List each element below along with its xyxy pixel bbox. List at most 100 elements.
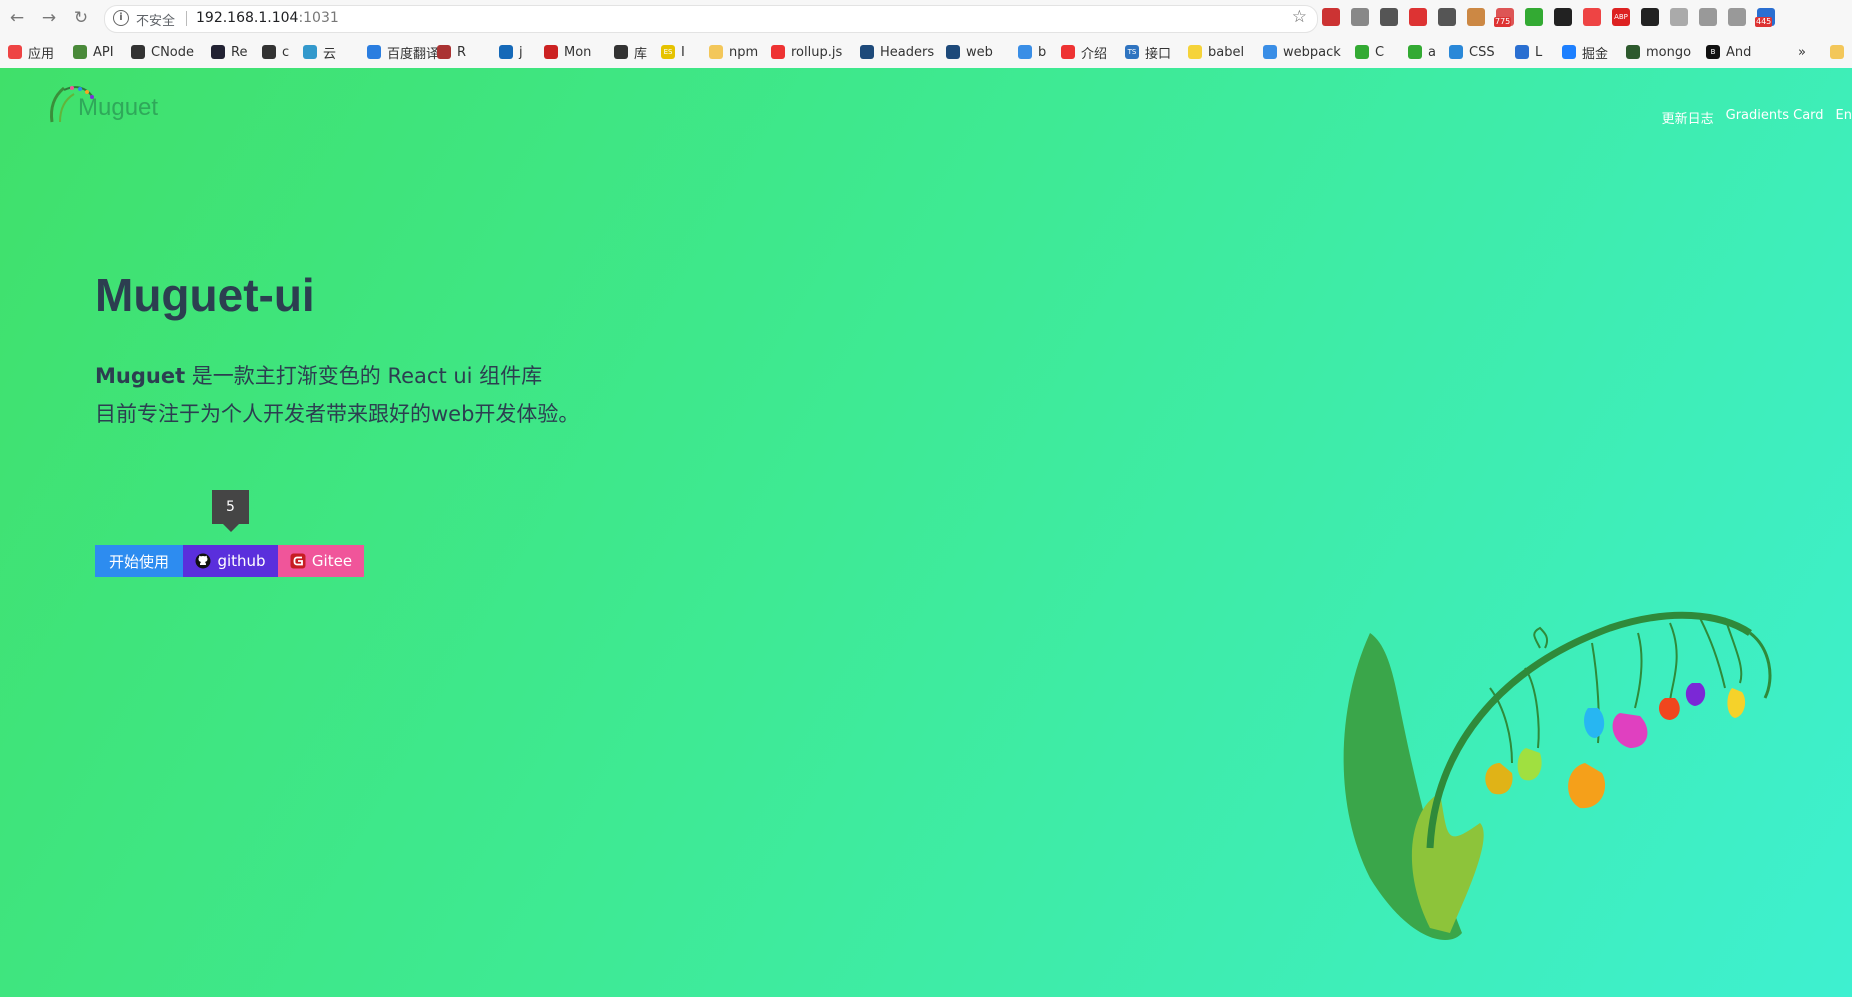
- intro-text: 是一款主打渐变色的 React ui 组件库: [185, 364, 543, 388]
- bookmark-label: mongo: [1646, 44, 1692, 60]
- bookmark-item[interactable]: CSS: [1449, 43, 1495, 61]
- bookmark-item[interactable]: TS 接口: [1125, 43, 1172, 62]
- bookmark-item[interactable]: babel: [1188, 43, 1244, 61]
- a-icon: [1408, 45, 1422, 59]
- page-title: Muguet-ui: [95, 269, 315, 321]
- cloud-icon[interactable]: [1351, 8, 1369, 26]
- bookmark-item[interactable]: ES I: [661, 43, 685, 61]
- plus-icon: [1449, 45, 1463, 59]
- github-button[interactable]: github: [183, 545, 278, 577]
- info-icon[interactable]: i: [113, 10, 129, 26]
- swirl-icon: [499, 45, 513, 59]
- babel-icon: [1188, 45, 1202, 59]
- leaf-icon: [1626, 45, 1640, 59]
- webpack-icon: [1263, 45, 1277, 59]
- refresh-leaf-icon[interactable]: [1525, 8, 1543, 26]
- reload-icon[interactable]: ↻: [70, 7, 92, 29]
- github-icon: [195, 553, 211, 569]
- lens-icon[interactable]: [1438, 8, 1456, 26]
- bookmark-label: And: [1726, 44, 1752, 60]
- bookmark-item[interactable]: b: [1018, 43, 1046, 61]
- bookmark-label: 云: [323, 46, 337, 62]
- calendar-icon[interactable]: 445: [1755, 8, 1775, 27]
- bookmark-label: 接口: [1145, 46, 1172, 62]
- other-bookmarks-folder-icon[interactable]: [1830, 43, 1850, 61]
- puzzle-icon[interactable]: [1409, 8, 1427, 26]
- bookmark-label: c: [282, 44, 290, 60]
- bird-icon: [860, 45, 874, 59]
- folder-icon: [1830, 45, 1844, 59]
- bookmark-item[interactable]: Mon: [544, 43, 591, 61]
- bookmark-item[interactable]: 云: [303, 43, 337, 62]
- bookmark-item[interactable]: B And: [1706, 43, 1751, 61]
- ts-icon: TS: [1125, 45, 1139, 59]
- owl-icon[interactable]: [1467, 8, 1485, 26]
- nav-gradients-card[interactable]: Gradients Card: [1726, 108, 1824, 128]
- forward-arrow-icon[interactable]: →: [38, 7, 60, 29]
- bookmark-label: Headers: [880, 44, 935, 60]
- extension-badge: 775: [1494, 17, 1512, 27]
- bookmark-item[interactable]: R: [437, 43, 466, 61]
- cat-icon[interactable]: [1728, 8, 1746, 26]
- bookmark-item[interactable]: C: [1355, 43, 1384, 61]
- intro-brand: Muguet: [95, 364, 186, 388]
- bookmark-label: 掘金: [1582, 46, 1609, 62]
- bookmark-item[interactable]: 应用: [8, 43, 54, 62]
- bookmark-label: CSS: [1469, 44, 1495, 60]
- bookmark-item[interactable]: L: [1515, 43, 1542, 61]
- bookmark-item[interactable]: webpack: [1263, 43, 1341, 61]
- bird-icon: [946, 45, 960, 59]
- bookmark-item[interactable]: rollup.js: [771, 43, 842, 61]
- bookmark-item[interactable]: Re: [211, 43, 247, 61]
- bookmark-item[interactable]: a: [1408, 43, 1436, 61]
- b-icon: B: [1706, 45, 1720, 59]
- vue-icon[interactable]: [1380, 8, 1398, 26]
- nav-changelog[interactable]: 更新日志: [1662, 108, 1714, 128]
- github-icon[interactable]: [1641, 8, 1659, 26]
- m-icon: [544, 45, 558, 59]
- bookmark-label: web: [966, 44, 993, 60]
- bookmark-star-icon[interactable]: ☆: [1292, 7, 1307, 27]
- bookmark-label: 库: [634, 46, 648, 62]
- bookmark-item[interactable]: 百度翻译: [367, 43, 439, 62]
- url-text[interactable]: 192.168.1.104:1031: [196, 10, 339, 26]
- gitee-button[interactable]: Gitee: [278, 545, 364, 577]
- bookmark-label: webpack: [1283, 44, 1341, 60]
- bookmark-item[interactable]: mongo: [1626, 43, 1691, 61]
- bookmark-label: b: [1038, 44, 1047, 60]
- bookmark-item[interactable]: Headers: [860, 43, 934, 61]
- bookmark-item[interactable]: API: [73, 43, 114, 61]
- abp-icon[interactable]: ABP: [1612, 8, 1630, 26]
- moon-icon[interactable]: [1670, 8, 1688, 26]
- bookmarks-overflow-button[interactable]: »: [1798, 43, 1806, 61]
- box-icon[interactable]: [1554, 8, 1572, 26]
- start-button[interactable]: 开始使用: [95, 545, 183, 577]
- cup-icon: [262, 45, 276, 59]
- bookmark-label: API: [93, 44, 114, 60]
- translate-icon[interactable]: [1322, 8, 1340, 26]
- folder-icon: [709, 45, 723, 59]
- bookmark-item[interactable]: 介绍: [1061, 43, 1107, 62]
- bookmark-item[interactable]: c: [262, 43, 289, 61]
- colorful-star-icon[interactable]: [1583, 8, 1601, 26]
- back-arrow-icon[interactable]: ←: [6, 7, 28, 29]
- bookmark-item[interactable]: 库: [614, 43, 648, 62]
- shield-icon[interactable]: [1699, 8, 1717, 26]
- bookmark-label: npm: [729, 44, 759, 60]
- bookmark-item[interactable]: CNode: [131, 43, 194, 61]
- bookmark-item[interactable]: npm: [709, 43, 758, 61]
- gitee-button-label: Gitee: [311, 552, 353, 570]
- logo-text[interactable]: Muguet: [78, 94, 158, 122]
- bookmark-label: Mon: [564, 44, 592, 60]
- address-bar[interactable]: i 不安全 192.168.1.104:1031 ☆: [104, 5, 1318, 33]
- nav-language[interactable]: En: [1836, 108, 1852, 128]
- bookmark-label: R: [457, 44, 467, 60]
- mail-icon[interactable]: 775: [1494, 8, 1514, 27]
- bookmark-item[interactable]: 掘金: [1562, 43, 1609, 62]
- bookmark-item[interactable]: j: [499, 43, 523, 61]
- bookmark-label: a: [1428, 44, 1436, 60]
- bookmark-item[interactable]: web: [946, 43, 993, 61]
- hex-icon: [73, 45, 87, 59]
- cloud-icon: [303, 45, 317, 59]
- gitee-icon: [290, 553, 306, 569]
